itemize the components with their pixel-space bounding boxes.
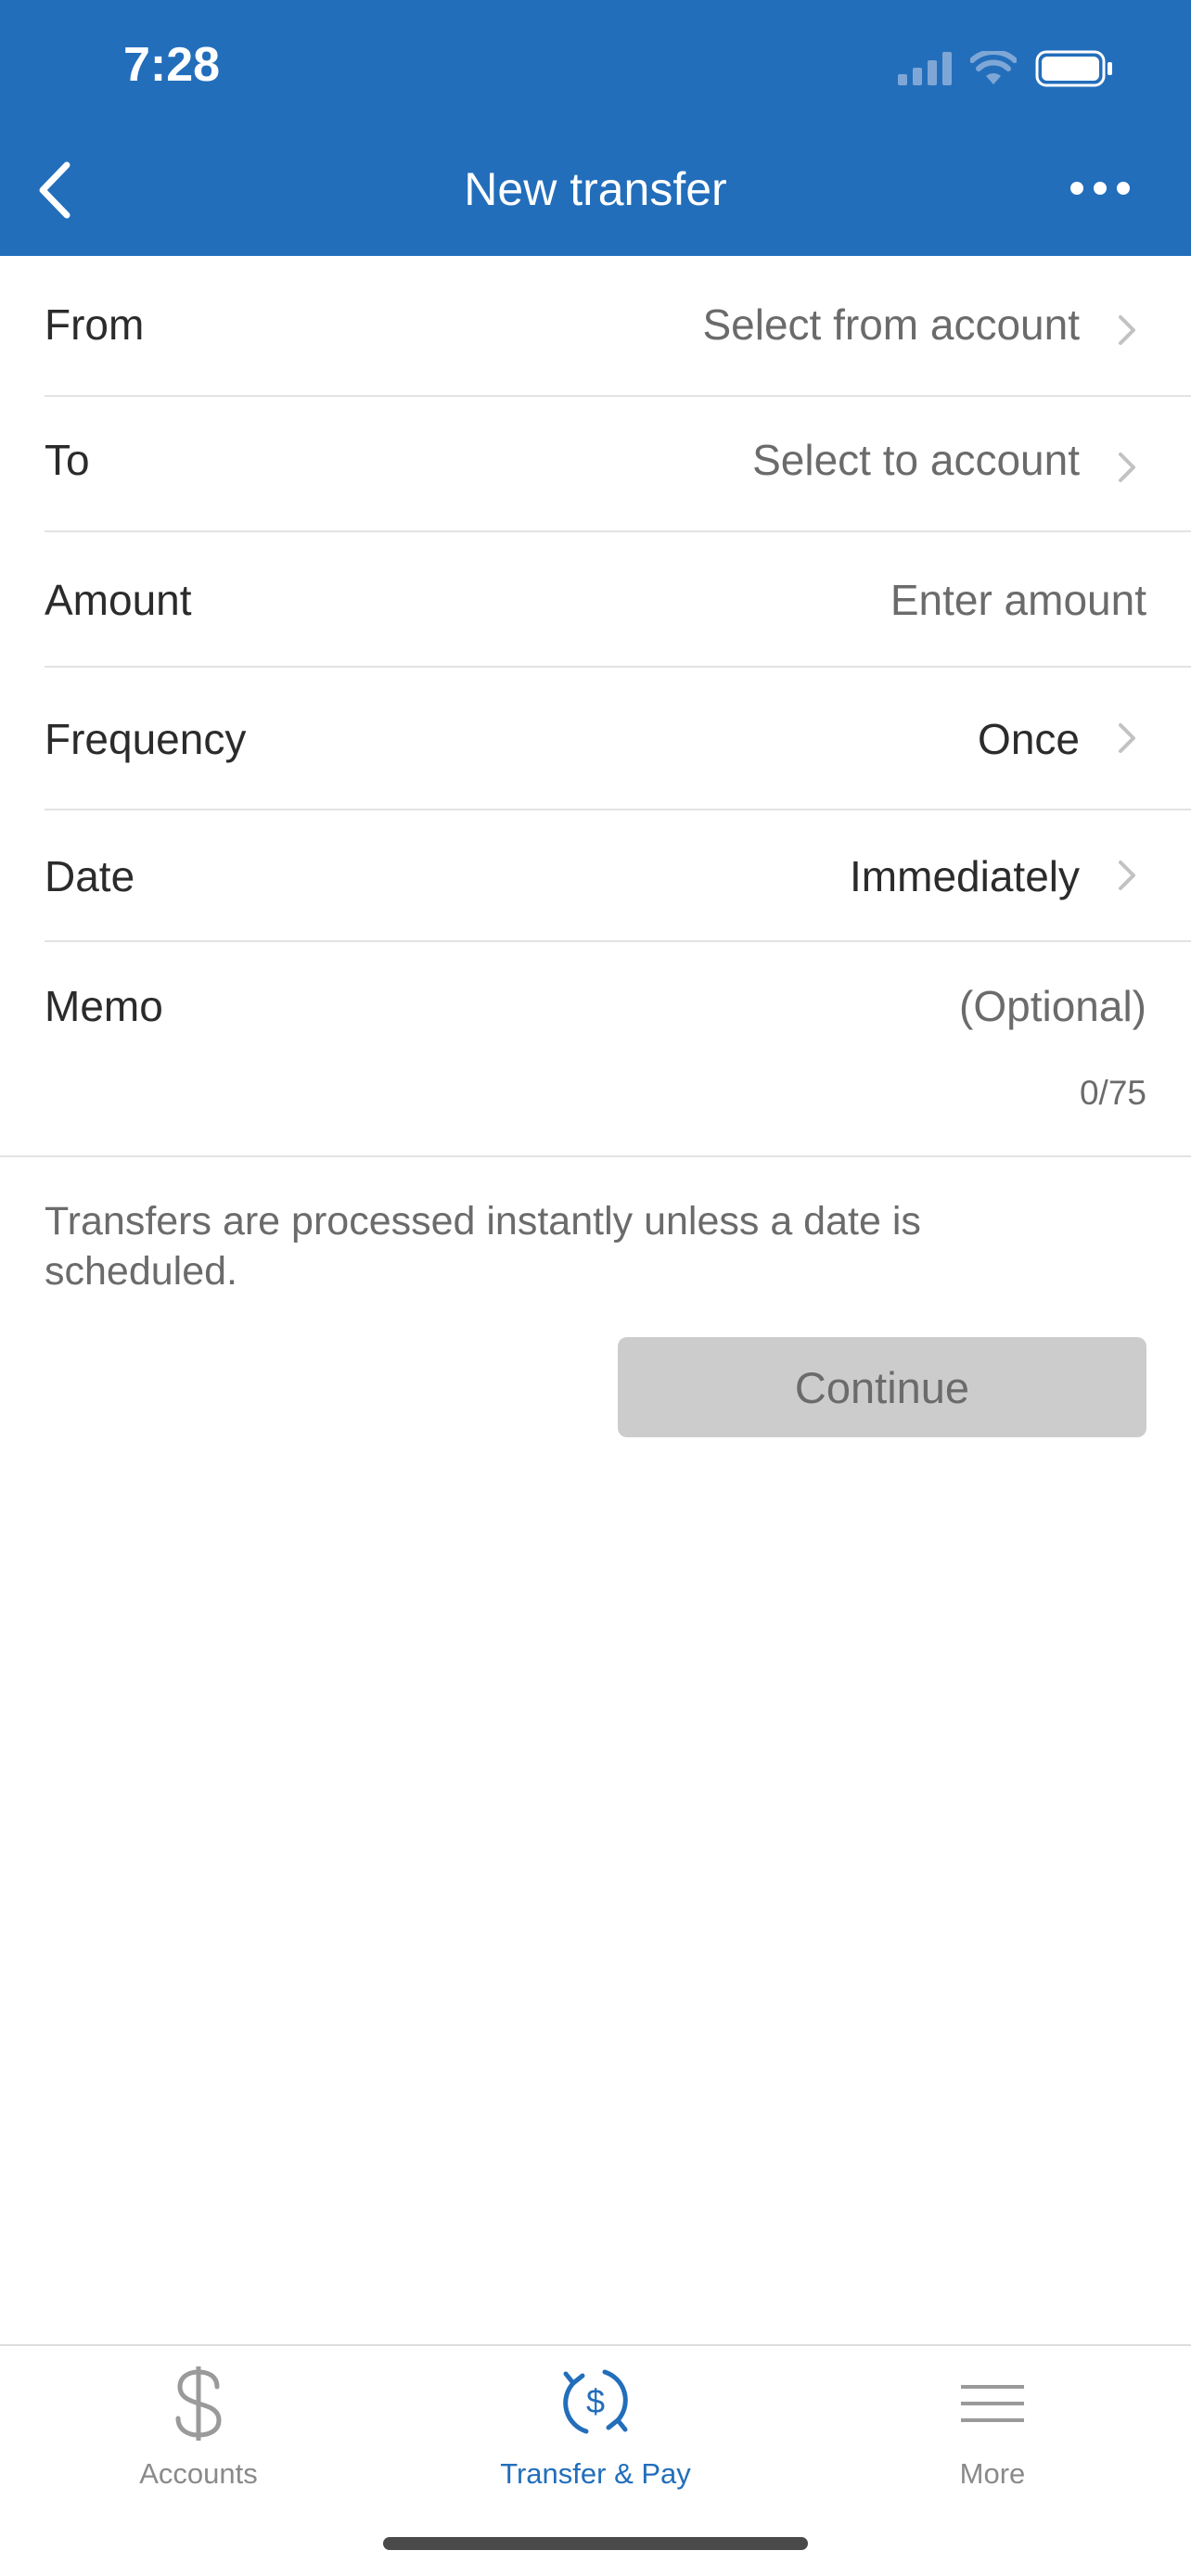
tab-more-label: More	[959, 2457, 1026, 2490]
more-options-button[interactable]	[1070, 182, 1130, 200]
from-label: From	[45, 300, 145, 349]
status-time: 7:28	[123, 38, 221, 92]
tab-transfer-pay[interactable]: $ Transfer & Pay	[397, 2346, 794, 2513]
from-value: Select from account	[702, 300, 1080, 349]
dollar-icon	[175, 2366, 222, 2441]
svg-text:$: $	[586, 2382, 605, 2420]
from-account-row[interactable]: From Select from account	[45, 256, 1191, 397]
date-label: Date	[45, 852, 135, 900]
home-indicator[interactable]	[383, 2537, 808, 2550]
continue-button[interactable]: Continue	[618, 1337, 1146, 1437]
date-row[interactable]: Date Immediately	[45, 810, 1191, 942]
divider	[0, 1155, 1191, 1157]
chevron-right-icon	[1119, 723, 1135, 753]
wifi-icon	[970, 51, 1017, 84]
tab-accounts[interactable]: Accounts	[0, 2346, 397, 2513]
memo-char-counter: 0/75	[1079, 1074, 1146, 1112]
memo-row[interactable]: Memo (Optional) 0/75	[45, 942, 1191, 1152]
frequency-row[interactable]: Frequency Once	[45, 668, 1191, 810]
dot-icon	[1094, 182, 1107, 195]
tab-accounts-label: Accounts	[139, 2457, 258, 2490]
amount-input[interactable]: Enter amount	[890, 575, 1146, 625]
battery-icon	[1035, 50, 1112, 87]
chevron-right-icon	[1119, 315, 1135, 345]
frequency-label: Frequency	[45, 715, 247, 763]
to-value: Select to account	[752, 436, 1080, 484]
chevron-right-icon	[1119, 861, 1135, 890]
memo-label: Memo	[45, 982, 163, 1030]
dot-icon	[1070, 182, 1083, 195]
status-icons	[898, 48, 1113, 89]
frequency-value: Once	[978, 715, 1080, 763]
transfer-note: Transfers are processed instantly unless…	[45, 1199, 921, 1294]
tab-transfer-pay-label: Transfer & Pay	[500, 2457, 691, 2490]
memo-input[interactable]: (Optional)	[959, 981, 1146, 1031]
to-account-row[interactable]: To Select to account	[45, 397, 1191, 532]
cellular-signal-icon	[898, 52, 952, 85]
amount-row[interactable]: Amount Enter amount	[45, 532, 1191, 668]
transfer-pay-icon: $	[563, 2369, 628, 2434]
app-header: 7:28 New transfer	[0, 0, 1191, 256]
to-label: To	[45, 436, 90, 484]
date-value: Immediately	[850, 852, 1080, 900]
tab-more[interactable]: More	[794, 2346, 1191, 2513]
transfer-form: From Select from account To Select to ac…	[0, 256, 1191, 1152]
dot-icon	[1117, 182, 1130, 195]
menu-icon	[961, 2385, 1024, 2422]
amount-label: Amount	[45, 576, 192, 624]
chevron-right-icon	[1119, 453, 1135, 482]
page-title: New transfer	[464, 163, 727, 215]
